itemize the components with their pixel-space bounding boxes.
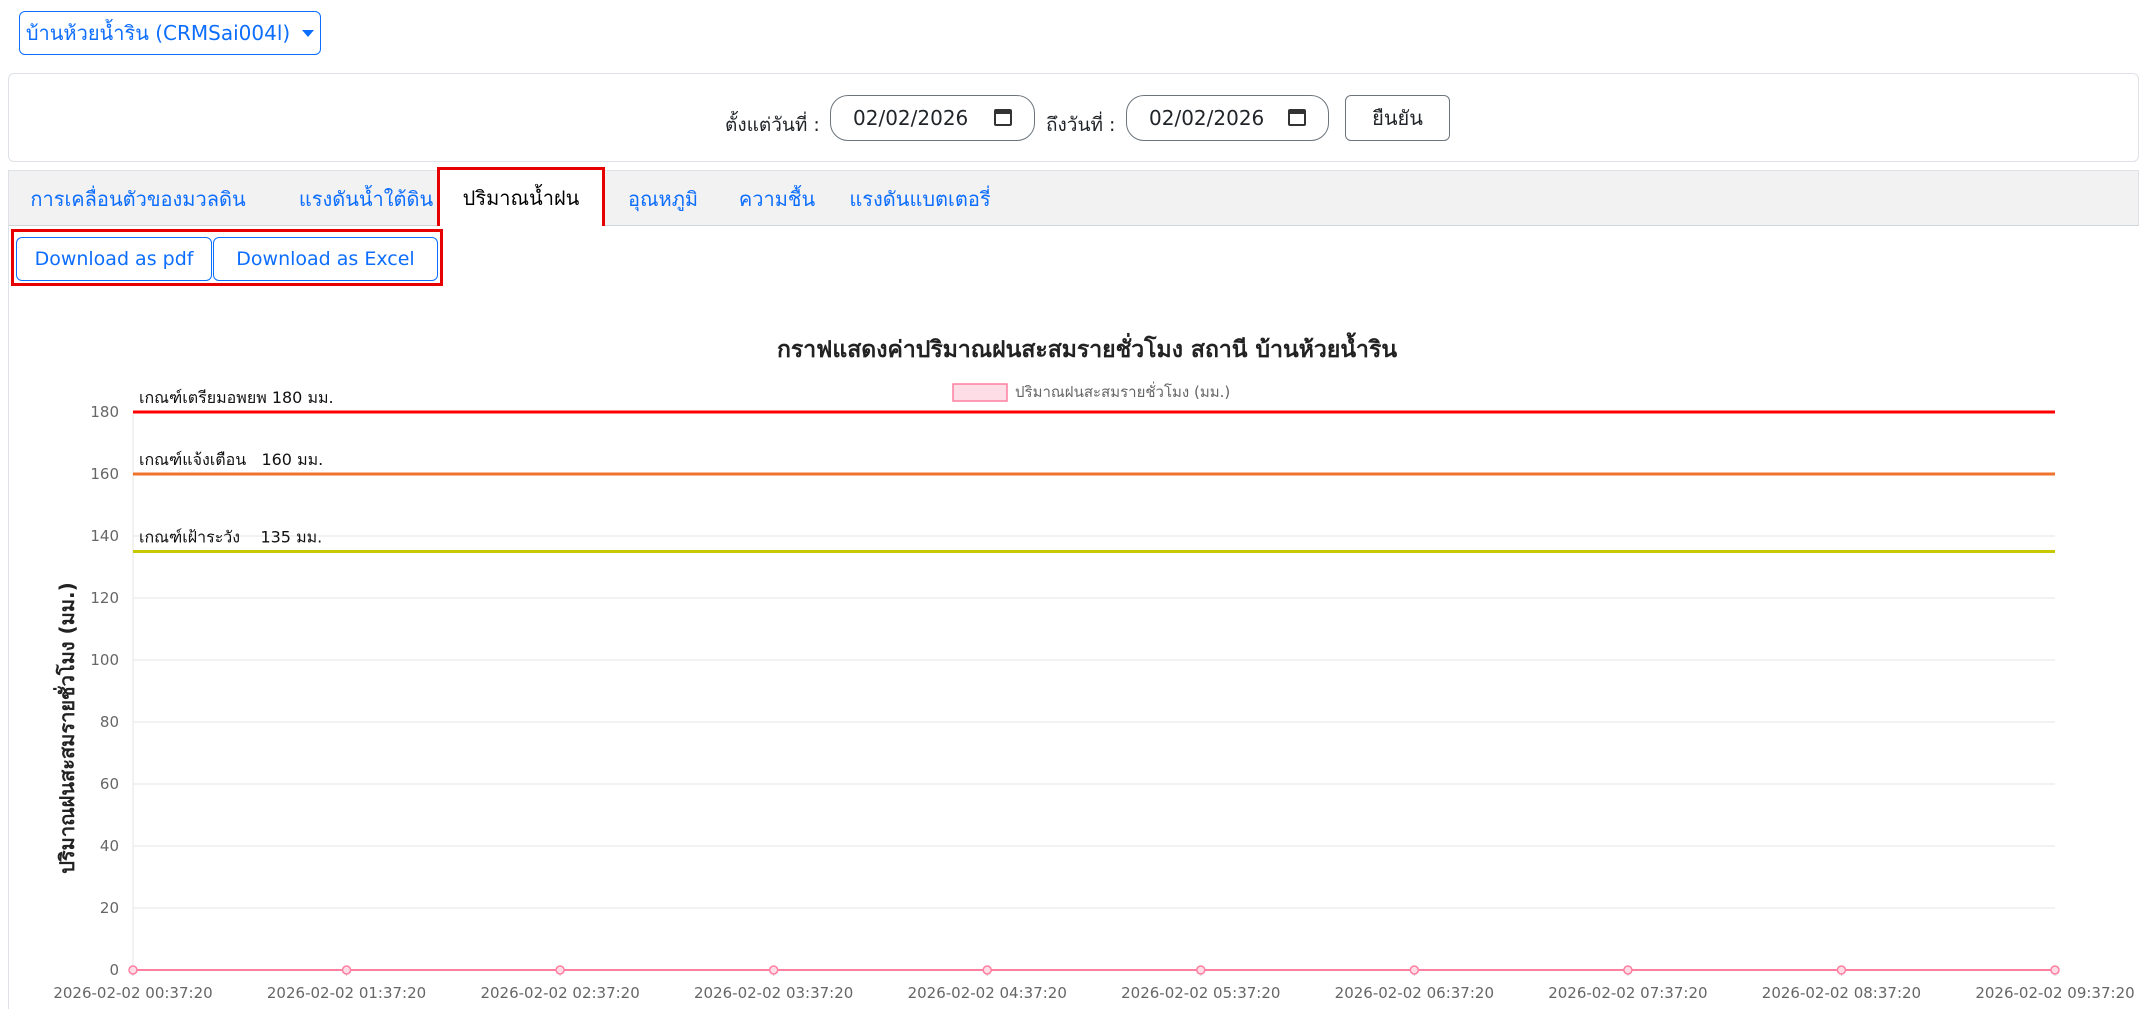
to-date-input[interactable]: 02/02/2026: [1126, 95, 1329, 141]
caret-down-icon: [302, 29, 315, 37]
tab-battery-voltage[interactable]: แรงดันแบตเตอรี่: [845, 171, 995, 227]
tab-groundwater-pressure[interactable]: แรงดันน้ำใต้ดิน: [277, 171, 455, 227]
calendar-icon[interactable]: [1288, 109, 1306, 126]
calendar-icon[interactable]: [994, 109, 1012, 126]
to-date-value: 02/02/2026: [1149, 106, 1265, 130]
from-date-label: ตั้งแต่วันที่ :: [725, 114, 820, 136]
tab-soil-movement[interactable]: การเคลื่อนตัวของมวลดิน: [23, 171, 253, 227]
station-dropdown-button[interactable]: บ้านห้วยน้ำริน (CRMSai004l): [19, 11, 321, 55]
tab-content: [8, 226, 2139, 1009]
station-label: บ้านห้วยน้ำริน (CRMSai004l): [25, 21, 291, 45]
tab-temperature[interactable]: อุณหภูมิ: [613, 171, 713, 227]
confirm-button[interactable]: ยืนยัน: [1345, 95, 1450, 141]
download-excel-button[interactable]: Download as Excel: [213, 237, 438, 281]
tab-rainfall[interactable]: ปริมาณน้ำฝน: [437, 167, 605, 229]
from-date-input[interactable]: 02/02/2026: [830, 95, 1035, 141]
download-button-group: Download as pdf Download as Excel: [11, 229, 443, 286]
to-date-label: ถึงวันที่ :: [1046, 114, 1116, 136]
from-date-value: 02/02/2026: [853, 106, 969, 130]
tab-humidity[interactable]: ความชื้น: [731, 171, 823, 227]
tab-bar: การเคลื่อนตัวของมวลดิน แรงดันน้ำใต้ดิน ป…: [8, 167, 2139, 229]
download-pdf-button[interactable]: Download as pdf: [16, 237, 212, 281]
